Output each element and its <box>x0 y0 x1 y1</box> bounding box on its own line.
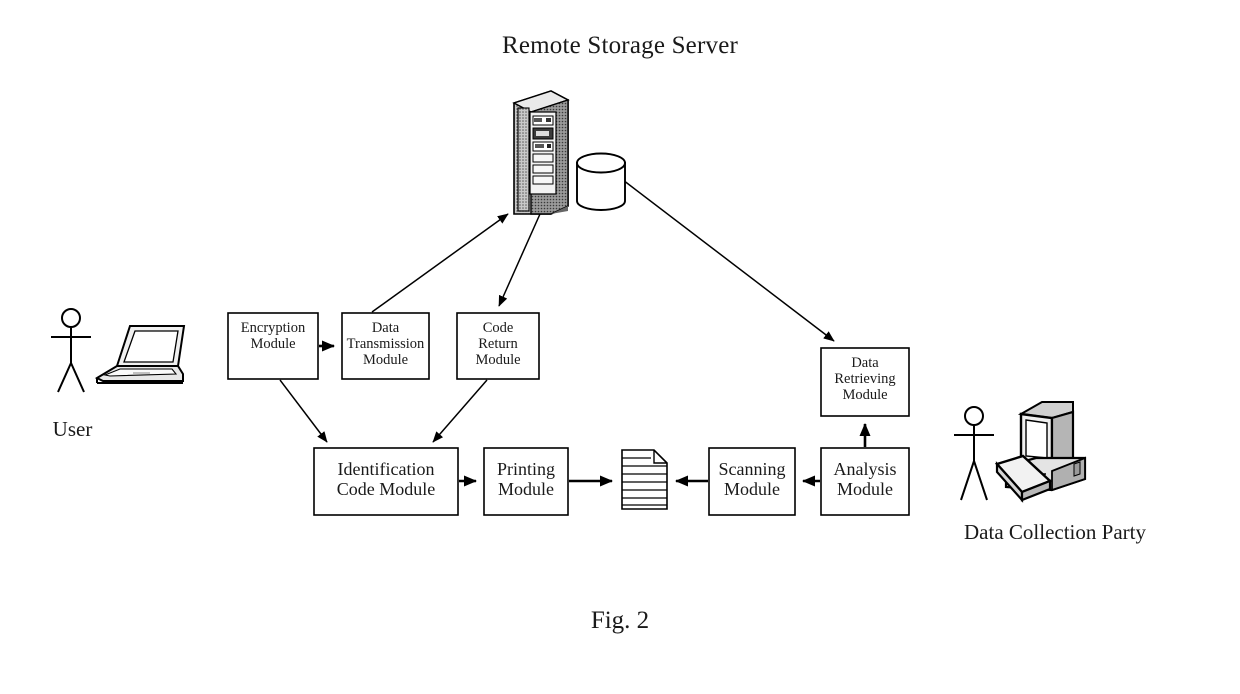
module-box-scanning-module[interactable] <box>708 447 796 516</box>
connector-server-to-code-return <box>498 213 541 307</box>
module-box-code-return-module[interactable] <box>456 312 540 380</box>
server-tower-hit-target[interactable] <box>510 88 572 218</box>
module-box-encryption-module[interactable] <box>227 312 319 380</box>
module-box-analysis-module[interactable] <box>820 447 910 516</box>
connector-encryption-to-identification <box>279 379 328 443</box>
connector-code-return-to-identification <box>432 379 488 443</box>
patent-figure-diagram: Remote Storage Server Fig. 2 User Data C… <box>0 0 1240 694</box>
module-box-printing-module[interactable] <box>483 447 569 516</box>
connector-transmission-to-server <box>371 213 509 313</box>
module-box-identification-code-module[interactable] <box>313 447 459 516</box>
module-box-data-retrieving-module[interactable] <box>820 347 910 417</box>
module-box-data-transmission-module[interactable] <box>341 312 430 380</box>
data-collection-party-hit-target[interactable] <box>950 400 1090 505</box>
connector-database-to-data-retrieving <box>622 179 835 342</box>
printed-document-hit-target[interactable] <box>620 448 670 511</box>
database-cylinder-hit-target[interactable] <box>574 150 630 212</box>
user-actor-hit-target[interactable] <box>45 305 190 395</box>
